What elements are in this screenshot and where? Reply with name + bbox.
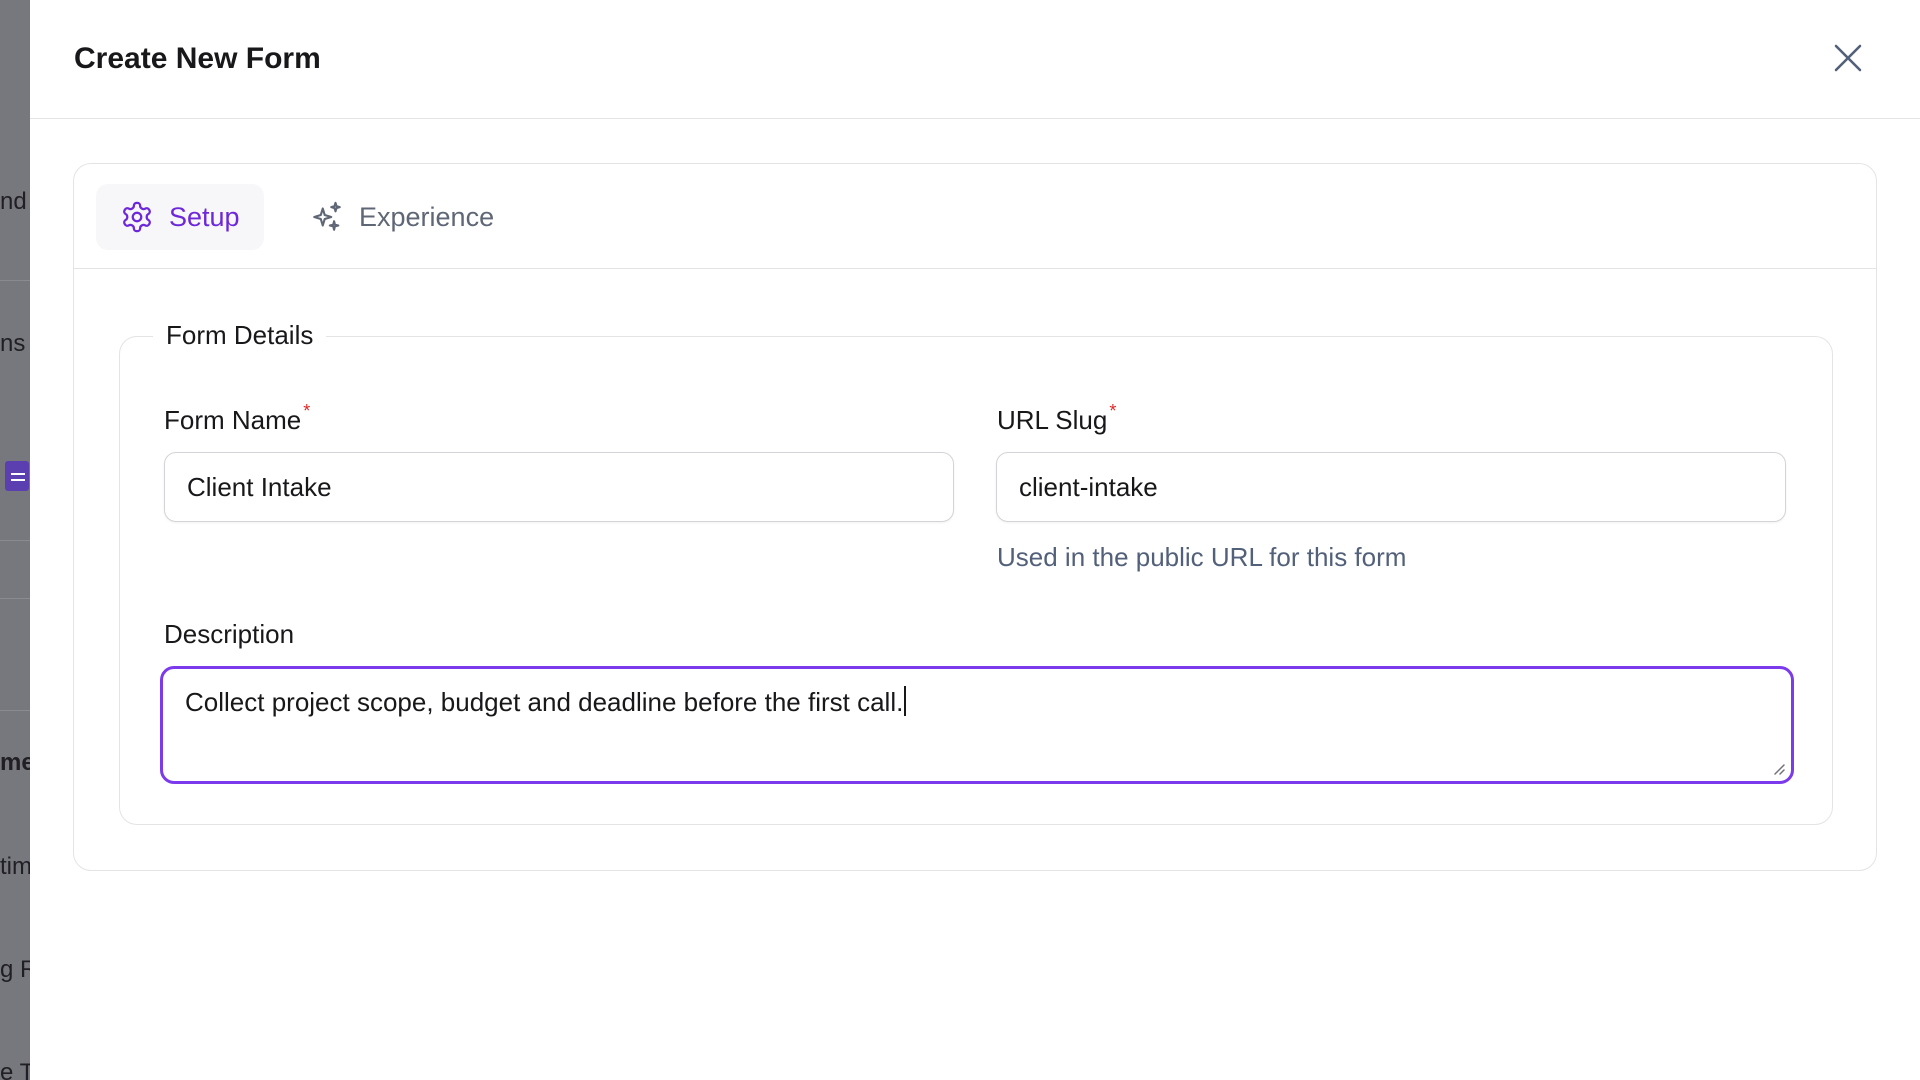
form-name-value: Client Intake bbox=[187, 471, 332, 502]
background-text: tim bbox=[0, 853, 30, 880]
background-text: g Ro bbox=[0, 956, 30, 983]
sparkles-icon bbox=[310, 200, 344, 234]
url-slug-label-text: URL Slug bbox=[997, 405, 1108, 435]
background-text: e T bbox=[0, 1059, 30, 1080]
description-textarea[interactable]: Collect project scope, budget and deadli… bbox=[160, 666, 1794, 784]
description-label: Description bbox=[164, 619, 295, 649]
gear-icon bbox=[120, 200, 154, 234]
form-details-fieldset: Form Details Form Name * Client Intake UR… bbox=[119, 320, 1833, 825]
url-slug-value: client-intake bbox=[1019, 471, 1158, 502]
tab-experience-label: Experience bbox=[359, 201, 495, 232]
tab-bar: Setup Experience bbox=[74, 164, 1876, 269]
tab-setup-label: Setup bbox=[169, 201, 240, 232]
form-name-label-text: Form Name bbox=[164, 405, 302, 435]
background-app: nd ns me tim g Ro e T bbox=[0, 0, 30, 1080]
form-name-input[interactable]: Client Intake bbox=[164, 452, 954, 522]
url-slug-input[interactable]: client-intake bbox=[996, 452, 1786, 522]
required-marker: * bbox=[303, 401, 311, 421]
close-icon bbox=[1834, 44, 1862, 72]
document-icon bbox=[5, 461, 29, 491]
resize-handle-icon[interactable] bbox=[1771, 761, 1785, 775]
form-details-legend: Form Details bbox=[153, 320, 327, 351]
url-slug-hint: Used in the public URL for this form bbox=[997, 542, 1407, 572]
background-divider bbox=[0, 280, 30, 281]
background-text: ns bbox=[0, 330, 26, 357]
form-card: Setup Experience Form Details Form Name * bbox=[73, 163, 1877, 871]
form-name-label: Form Name * bbox=[164, 401, 310, 436]
url-slug-label: URL Slug * bbox=[997, 401, 1116, 436]
modal-title: Create New Form bbox=[74, 42, 321, 75]
background-divider bbox=[0, 710, 30, 711]
tab-setup[interactable]: Setup bbox=[96, 184, 264, 250]
create-form-modal: Create New Form Setup Experience Form De… bbox=[30, 0, 1920, 1080]
background-divider bbox=[0, 598, 30, 599]
background-text: me bbox=[0, 749, 30, 776]
close-button[interactable] bbox=[1830, 40, 1866, 76]
text-caret bbox=[904, 686, 907, 716]
background-divider bbox=[0, 540, 30, 541]
required-marker: * bbox=[1109, 401, 1117, 421]
modal-header: Create New Form bbox=[30, 0, 1920, 119]
description-value: Collect project scope, budget and deadli… bbox=[185, 687, 904, 717]
background-text: nd bbox=[0, 188, 27, 215]
tab-experience[interactable]: Experience bbox=[290, 184, 510, 250]
